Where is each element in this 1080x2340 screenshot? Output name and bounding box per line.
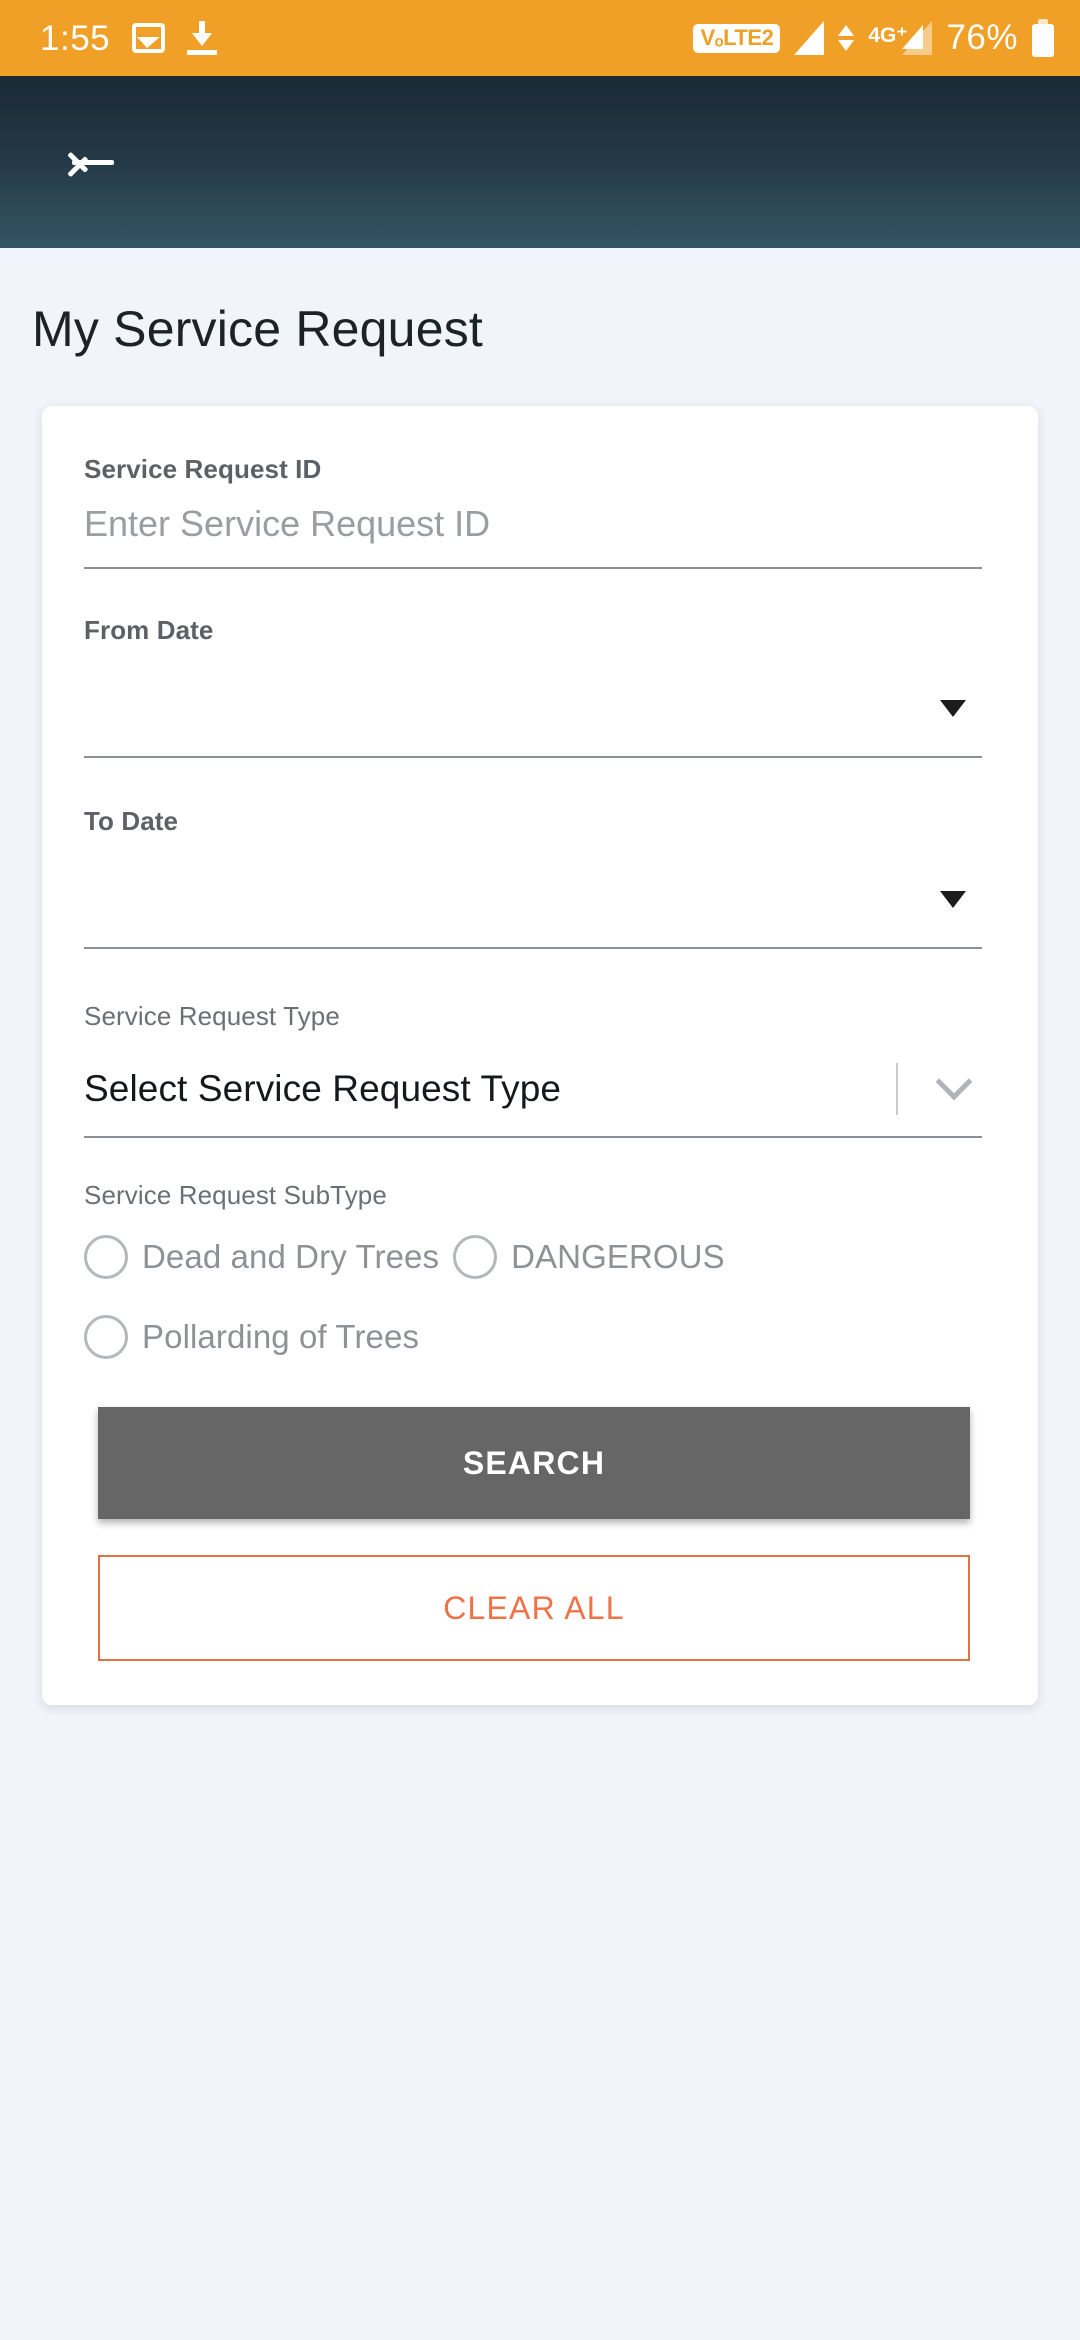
signal-strength-icon <box>794 21 825 55</box>
status-bar: 1:55 VₒLTE2 4G⁺ 76% <box>0 0 1080 76</box>
download-icon <box>187 21 218 55</box>
data-transfer-icon <box>838 25 855 51</box>
app-bar <box>0 76 1080 248</box>
service-request-type-select[interactable]: Select Service Request Type <box>84 1050 982 1138</box>
caret-down-icon <box>940 890 966 908</box>
service-request-id-label: Service Request ID <box>84 454 322 484</box>
field-from-date: From Date <box>84 615 982 758</box>
service-request-id-input-row[interactable]: Enter Service Request ID <box>84 503 982 569</box>
radio-label: Dead and Dry Trees <box>142 1238 440 1275</box>
service-request-subtype-radio-group: Dead and Dry Trees DANGEROUS Pollarding … <box>84 1221 982 1359</box>
radio-option-pollarding-of-trees[interactable]: Pollarding of Trees <box>84 1315 419 1359</box>
radio-circle-icon[interactable] <box>453 1235 498 1279</box>
status-bar-clock: 1:55 <box>40 18 111 58</box>
field-service-request-subtype: Service Request SubType Dead and Dry Tre… <box>84 1180 982 1359</box>
radio-label: Pollarding of Trees <box>142 1318 420 1355</box>
volte-icon: VₒLTE2 <box>693 23 781 53</box>
to-date-label: To Date <box>84 806 179 836</box>
signal-strength-secondary-icon <box>902 21 933 55</box>
back-button[interactable] <box>56 127 126 197</box>
service-request-type-label: Service Request Type <box>84 1001 340 1031</box>
from-date-picker[interactable] <box>84 664 982 756</box>
service-request-id-input[interactable]: Enter Service Request ID <box>84 503 490 567</box>
from-date-label: From Date <box>84 615 214 645</box>
field-service-request-id: Service Request ID Enter Service Request… <box>84 454 982 569</box>
page-title: My Service Request <box>32 301 483 357</box>
select-divider <box>896 1063 898 1115</box>
image-icon <box>132 23 166 53</box>
search-button[interactable]: SEARCH <box>98 1407 970 1519</box>
radio-circle-icon[interactable] <box>84 1235 128 1279</box>
to-date-input-row[interactable] <box>84 855 982 949</box>
caret-down-icon <box>940 699 966 717</box>
field-service-request-type: Service Request Type Select Service Requ… <box>84 1001 982 1138</box>
radio-option-dangerous[interactable]: DANGEROUS <box>453 1235 725 1279</box>
chevron-down-icon[interactable] <box>926 1063 982 1102</box>
radio-option-dead-and-dry-trees[interactable]: Dead and Dry Trees <box>84 1235 439 1279</box>
service-request-type-value: Select Service Request Type <box>84 1068 562 1109</box>
radio-label: DANGEROUS <box>511 1238 725 1275</box>
field-to-date: To Date <box>84 806 982 949</box>
service-request-search-card: Service Request ID Enter Service Request… <box>42 406 1038 1705</box>
battery-percent-label: 76% <box>946 18 1018 57</box>
to-date-picker[interactable] <box>84 855 982 947</box>
battery-icon <box>1032 19 1054 57</box>
arrow-left-icon <box>67 145 114 179</box>
radio-circle-icon[interactable] <box>84 1315 128 1359</box>
clear-all-button[interactable]: CLEAR ALL <box>98 1555 970 1661</box>
service-request-subtype-label: Service Request SubType <box>84 1180 387 1210</box>
network-type-group: 4G⁺ <box>868 21 933 55</box>
status-bar-left: 1:55 <box>40 18 218 58</box>
status-bar-right: VₒLTE2 4G⁺ 76% <box>693 18 1054 58</box>
from-date-input-row[interactable] <box>84 664 982 758</box>
